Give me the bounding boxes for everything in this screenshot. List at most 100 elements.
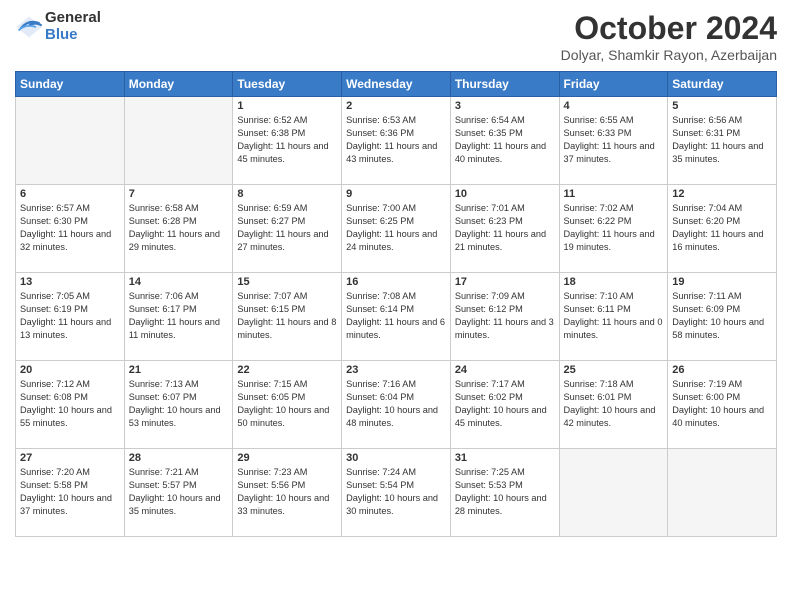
calendar-cell: 30 Sunrise: 7:24 AM Sunset: 5:54 PM Dayli… xyxy=(342,449,451,537)
day-info: Sunrise: 7:23 AM Sunset: 5:56 PM Dayligh… xyxy=(237,466,337,518)
day-number: 3 xyxy=(455,100,555,112)
day-number: 4 xyxy=(564,100,664,112)
calendar-cell xyxy=(16,97,125,185)
day-number: 19 xyxy=(672,276,772,288)
day-info: Sunrise: 7:18 AM Sunset: 6:01 PM Dayligh… xyxy=(564,378,664,430)
calendar-cell: 2 Sunrise: 6:53 AM Sunset: 6:36 PM Daylig… xyxy=(342,97,451,185)
header-friday: Friday xyxy=(559,72,668,97)
day-number: 23 xyxy=(346,364,446,376)
day-info: Sunrise: 6:52 AM Sunset: 6:38 PM Dayligh… xyxy=(237,114,337,166)
logo: General Blue xyxy=(15,10,101,43)
day-info: Sunrise: 7:24 AM Sunset: 5:54 PM Dayligh… xyxy=(346,466,446,518)
calendar-cell xyxy=(668,449,777,537)
day-number: 17 xyxy=(455,276,555,288)
calendar-cell: 8Sunrise: 6:59 AM Sunset: 6:27 PM Daylig… xyxy=(233,185,342,273)
header-sunday: Sunday xyxy=(16,72,125,97)
day-info: Sunrise: 6:55 AM Sunset: 6:33 PM Dayligh… xyxy=(564,114,664,166)
day-number: 6 xyxy=(20,188,120,200)
week-row-1: 6Sunrise: 6:57 AM Sunset: 6:30 PM Daylig… xyxy=(16,185,777,273)
calendar-cell: 14Sunrise: 7:06 AM Sunset: 6:17 PM Dayli… xyxy=(124,273,233,361)
week-row-2: 13Sunrise: 7:05 AM Sunset: 6:19 PM Dayli… xyxy=(16,273,777,361)
day-number: 8 xyxy=(237,188,337,200)
calendar-cell: 4 Sunrise: 6:55 AM Sunset: 6:33 PM Daylig… xyxy=(559,97,668,185)
day-info: Sunrise: 6:53 AM Sunset: 6:36 PM Dayligh… xyxy=(346,114,446,166)
day-number: 11 xyxy=(564,188,664,200)
day-number: 31 xyxy=(455,452,555,464)
calendar-cell: 16 Sunrise: 7:08 AM Sunset: 6:14 PM Dayli… xyxy=(342,273,451,361)
header-thursday: Thursday xyxy=(450,72,559,97)
day-info: Sunrise: 6:58 AM Sunset: 6:28 PM Dayligh… xyxy=(129,202,229,254)
day-number: 15 xyxy=(237,276,337,288)
day-number: 9 xyxy=(346,188,446,200)
day-number: 5 xyxy=(672,100,772,112)
calendar-cell: 7 Sunrise: 6:58 AM Sunset: 6:28 PM Daylig… xyxy=(124,185,233,273)
header-tuesday: Tuesday xyxy=(233,72,342,97)
title-area: October 2024 Dolyar, Shamkir Rayon, Azer… xyxy=(561,10,777,63)
day-number: 22 xyxy=(237,364,337,376)
calendar-cell: 29 Sunrise: 7:23 AM Sunset: 5:56 PM Dayli… xyxy=(233,449,342,537)
week-row-4: 27 Sunrise: 7:20 AM Sunset: 5:58 PM Dayli… xyxy=(16,449,777,537)
calendar-cell xyxy=(124,97,233,185)
day-info: Sunrise: 7:00 AM Sunset: 6:25 PM Dayligh… xyxy=(346,202,446,254)
calendar-cell: 13Sunrise: 7:05 AM Sunset: 6:19 PM Dayli… xyxy=(16,273,125,361)
day-info: Sunrise: 7:09 AM Sunset: 6:12 PM Dayligh… xyxy=(455,290,555,342)
logo-icon xyxy=(15,13,43,41)
calendar-cell: 27 Sunrise: 7:20 AM Sunset: 5:58 PM Dayli… xyxy=(16,449,125,537)
calendar-cell xyxy=(559,449,668,537)
day-info: Sunrise: 7:02 AM Sunset: 6:22 PM Dayligh… xyxy=(564,202,664,254)
month-title: October 2024 xyxy=(561,10,777,47)
day-number: 2 xyxy=(346,100,446,112)
day-number: 7 xyxy=(129,188,229,200)
logo-text: General Blue xyxy=(45,10,101,43)
page: General Blue October 2024 Dolyar, Shamki… xyxy=(0,0,792,547)
calendar-cell: 22 Sunrise: 7:15 AM Sunset: 6:05 PM Dayli… xyxy=(233,361,342,449)
day-info: Sunrise: 6:56 AM Sunset: 6:31 PM Dayligh… xyxy=(672,114,772,166)
day-number: 28 xyxy=(129,452,229,464)
day-number: 27 xyxy=(20,452,120,464)
day-number: 1 xyxy=(237,100,337,112)
day-number: 30 xyxy=(346,452,446,464)
header-wednesday: Wednesday xyxy=(342,72,451,97)
day-number: 21 xyxy=(129,364,229,376)
calendar-cell: 31 Sunrise: 7:25 AM Sunset: 5:53 PM Dayli… xyxy=(450,449,559,537)
week-row-3: 20 Sunrise: 7:12 AM Sunset: 6:08 PM Dayli… xyxy=(16,361,777,449)
day-info: Sunrise: 6:54 AM Sunset: 6:35 PM Dayligh… xyxy=(455,114,555,166)
day-number: 14 xyxy=(129,276,229,288)
day-info: Sunrise: 7:10 AM Sunset: 6:11 PM Dayligh… xyxy=(564,290,664,342)
header-monday: Monday xyxy=(124,72,233,97)
calendar-cell: 10Sunrise: 7:01 AM Sunset: 6:23 PM Dayli… xyxy=(450,185,559,273)
calendar-cell: 25Sunrise: 7:18 AM Sunset: 6:01 PM Dayli… xyxy=(559,361,668,449)
day-info: Sunrise: 7:21 AM Sunset: 5:57 PM Dayligh… xyxy=(129,466,229,518)
logo-blue-text: Blue xyxy=(45,27,101,44)
day-info: Sunrise: 7:05 AM Sunset: 6:19 PM Dayligh… xyxy=(20,290,120,342)
calendar-cell: 1 Sunrise: 6:52 AM Sunset: 6:38 PM Daylig… xyxy=(233,97,342,185)
day-number: 29 xyxy=(237,452,337,464)
day-number: 18 xyxy=(564,276,664,288)
day-number: 24 xyxy=(455,364,555,376)
calendar-cell: 23Sunrise: 7:16 AM Sunset: 6:04 PM Dayli… xyxy=(342,361,451,449)
day-info: Sunrise: 7:25 AM Sunset: 5:53 PM Dayligh… xyxy=(455,466,555,518)
day-info: Sunrise: 7:17 AM Sunset: 6:02 PM Dayligh… xyxy=(455,378,555,430)
day-number: 26 xyxy=(672,364,772,376)
day-number: 16 xyxy=(346,276,446,288)
calendar-cell: 24 Sunrise: 7:17 AM Sunset: 6:02 PM Dayli… xyxy=(450,361,559,449)
logo-general-text: General xyxy=(45,10,101,27)
week-row-0: 1 Sunrise: 6:52 AM Sunset: 6:38 PM Daylig… xyxy=(16,97,777,185)
calendar-cell: 26 Sunrise: 7:19 AM Sunset: 6:00 PM Dayli… xyxy=(668,361,777,449)
day-info: Sunrise: 7:12 AM Sunset: 6:08 PM Dayligh… xyxy=(20,378,120,430)
day-info: Sunrise: 7:13 AM Sunset: 6:07 PM Dayligh… xyxy=(129,378,229,430)
day-info: Sunrise: 7:08 AM Sunset: 6:14 PM Dayligh… xyxy=(346,290,446,342)
calendar-cell: 19Sunrise: 7:11 AM Sunset: 6:09 PM Dayli… xyxy=(668,273,777,361)
header-saturday: Saturday xyxy=(668,72,777,97)
calendar-cell: 15Sunrise: 7:07 AM Sunset: 6:15 PM Dayli… xyxy=(233,273,342,361)
calendar-cell: 21 Sunrise: 7:13 AM Sunset: 6:07 PM Dayli… xyxy=(124,361,233,449)
day-info: Sunrise: 7:20 AM Sunset: 5:58 PM Dayligh… xyxy=(20,466,120,518)
calendar-cell: 9 Sunrise: 7:00 AM Sunset: 6:25 PM Daylig… xyxy=(342,185,451,273)
day-number: 20 xyxy=(20,364,120,376)
calendar-cell: 6Sunrise: 6:57 AM Sunset: 6:30 PM Daylig… xyxy=(16,185,125,273)
day-info: Sunrise: 7:19 AM Sunset: 6:00 PM Dayligh… xyxy=(672,378,772,430)
calendar-cell: 18 Sunrise: 7:10 AM Sunset: 6:11 PM Dayli… xyxy=(559,273,668,361)
header: General Blue October 2024 Dolyar, Shamki… xyxy=(15,10,777,63)
day-info: Sunrise: 7:15 AM Sunset: 6:05 PM Dayligh… xyxy=(237,378,337,430)
calendar-cell: 11 Sunrise: 7:02 AM Sunset: 6:22 PM Dayli… xyxy=(559,185,668,273)
